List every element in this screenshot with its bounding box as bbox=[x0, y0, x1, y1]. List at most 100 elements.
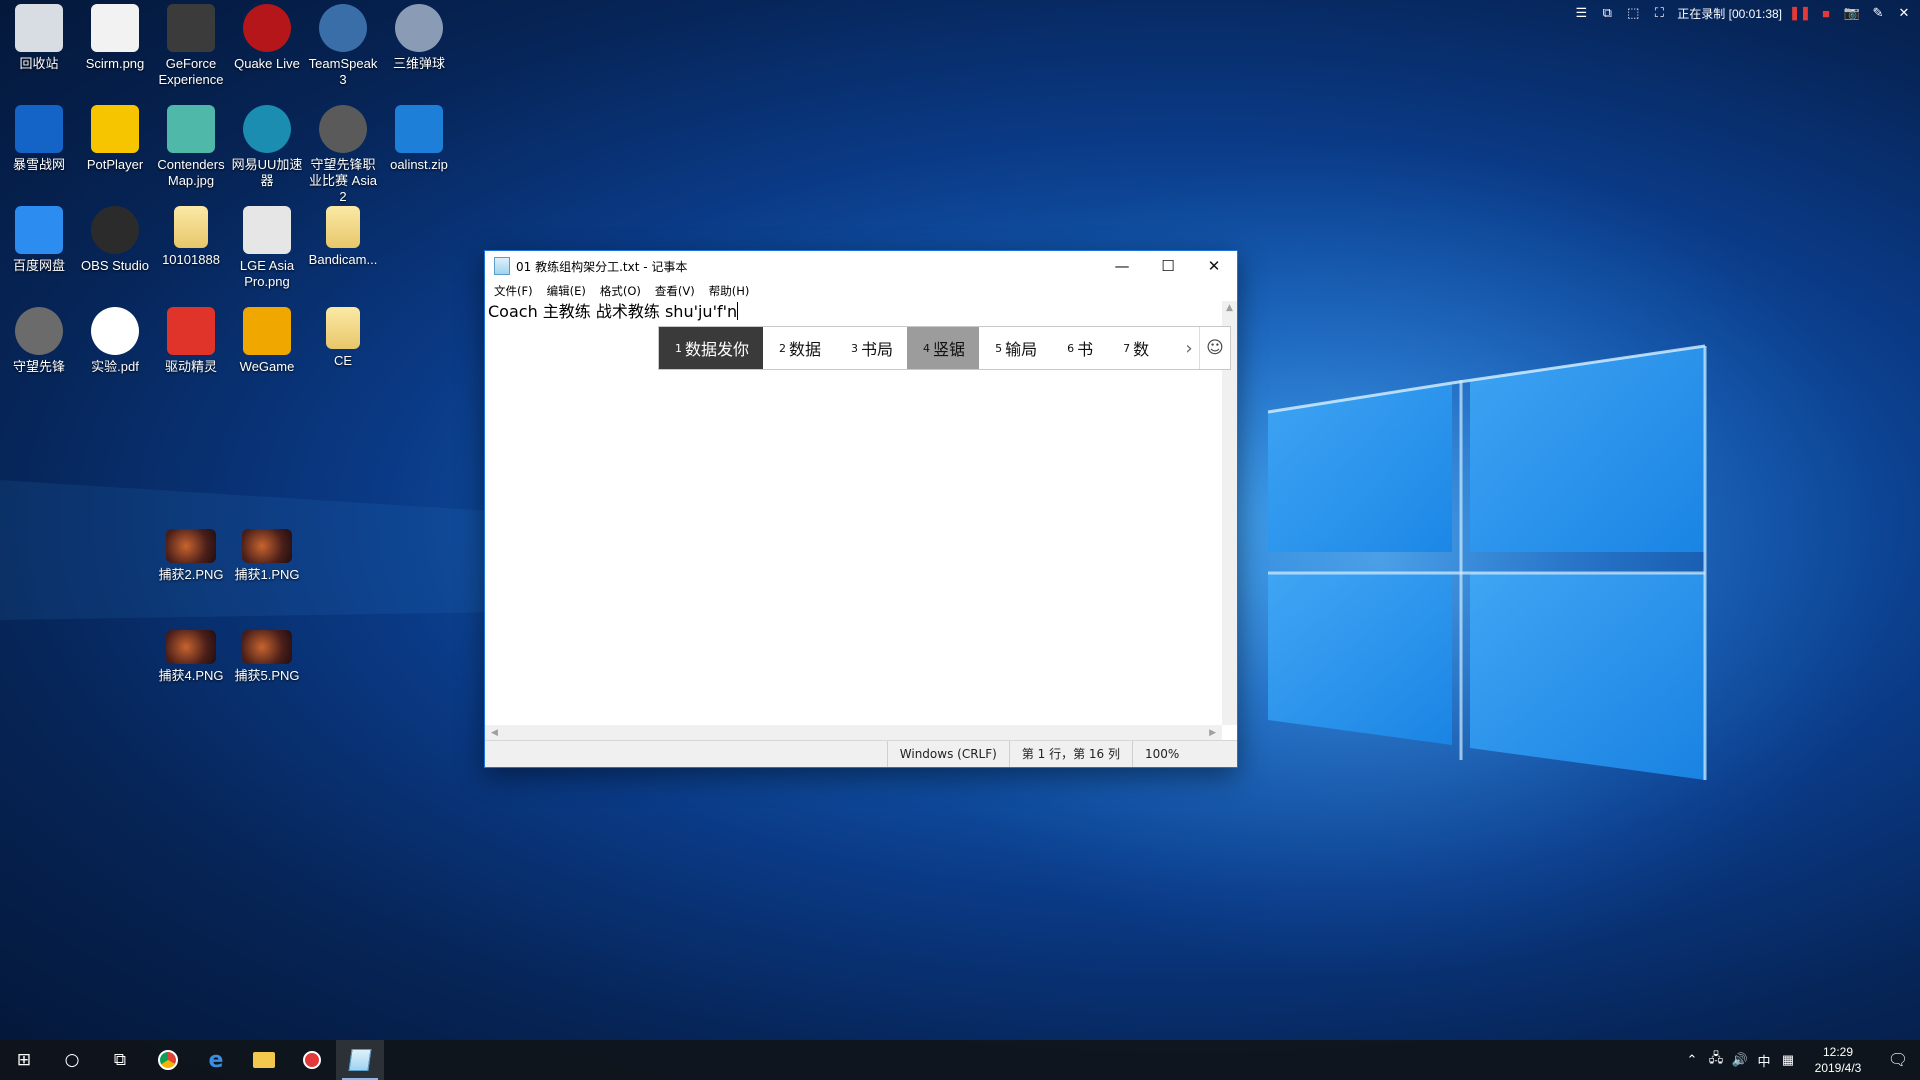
volume-icon[interactable]: 🔊 bbox=[1728, 1052, 1752, 1068]
desktop-icon[interactable]: 守望先锋职业比赛 Asia 2 bbox=[306, 105, 380, 205]
desktop-icon[interactable]: GeForce Experience bbox=[154, 4, 228, 88]
desktop-icon[interactable]: oalinst.zip bbox=[382, 105, 456, 173]
chrome-icon[interactable] bbox=[144, 1040, 192, 1080]
desktop-icon[interactable]: CE bbox=[306, 307, 380, 369]
desktop-icon[interactable]: 捕获1.PNG bbox=[230, 509, 304, 583]
ime-candidate[interactable]: 1 数据发你 bbox=[659, 327, 764, 369]
desktop-icon[interactable]: Contenders Map.jpg bbox=[154, 105, 228, 189]
minimize-button[interactable]: — bbox=[1099, 251, 1145, 281]
desktop-icon[interactable]: 驱动精灵 bbox=[154, 307, 228, 375]
status-zoom: 100% bbox=[1132, 741, 1237, 767]
search-icon[interactable]: ○ bbox=[48, 1040, 96, 1080]
desktop-icon-label: 网易UU加速器 bbox=[231, 157, 303, 188]
desktop-icon-label: PotPlayer bbox=[86, 157, 144, 172]
stop-icon[interactable]: ■ bbox=[1818, 5, 1834, 21]
desktop-icon-label: GeForce Experience bbox=[158, 56, 224, 87]
ime-candidate[interactable]: 6书 bbox=[1051, 327, 1107, 369]
desktop-icon[interactable]: 10101888 bbox=[154, 206, 228, 268]
desktop-icon[interactable]: PotPlayer bbox=[78, 105, 152, 173]
ime-candidate-highlighted[interactable]: 4 竖锯 bbox=[907, 327, 980, 369]
image-thumbnail-icon bbox=[242, 630, 292, 664]
desktop-icon[interactable]: OBS Studio bbox=[78, 206, 152, 274]
menu-view[interactable]: 查看(V) bbox=[648, 283, 702, 299]
desktop-icon-label: 百度网盘 bbox=[12, 258, 65, 273]
desktop-icon[interactable]: 捕获2.PNG bbox=[154, 509, 228, 583]
menu-file[interactable]: 文件(F) bbox=[487, 283, 540, 299]
maximize-button[interactable]: ☐ bbox=[1145, 251, 1191, 281]
zip-file-icon bbox=[395, 105, 443, 153]
ime-candidate[interactable]: 2 数据 bbox=[763, 327, 835, 369]
text-caret bbox=[737, 302, 739, 320]
desktop-icon[interactable]: 三维弹球 bbox=[382, 4, 456, 72]
geforce-icon bbox=[167, 4, 215, 52]
desktop-icon-label: 捕获4.PNG bbox=[158, 668, 224, 683]
desktop-icon[interactable]: TeamSpeak 3 bbox=[306, 4, 380, 88]
desktop-icon[interactable]: 暴雪战网 bbox=[2, 105, 76, 173]
image-thumbnail-icon bbox=[166, 529, 216, 563]
ime-candidate[interactable]: 5 输局 bbox=[979, 327, 1051, 369]
fullscreen-icon[interactable]: ⛶ bbox=[1651, 5, 1667, 21]
ime-next-page-icon[interactable]: › bbox=[1179, 338, 1199, 359]
desktop-icon-label: Contenders Map.jpg bbox=[157, 157, 225, 188]
quake-icon bbox=[243, 4, 291, 52]
menu-bar: 文件(F) 编辑(E) 格式(O) 查看(V) 帮助(H) bbox=[485, 281, 1237, 301]
desktop-icon[interactable]: 捕获4.PNG bbox=[154, 610, 228, 684]
image-thumbnail-icon bbox=[242, 529, 292, 563]
chevron-up-icon[interactable]: ⌃ bbox=[1680, 1052, 1704, 1068]
pinball-icon bbox=[395, 4, 443, 52]
record-icon[interactable] bbox=[288, 1040, 336, 1080]
menu-icon[interactable]: ☰ bbox=[1573, 5, 1589, 21]
menu-format[interactable]: 格式(O) bbox=[593, 283, 648, 299]
desktop-icon-label: 捕获5.PNG bbox=[234, 668, 300, 683]
window-icon[interactable]: ⧉ bbox=[1599, 5, 1615, 21]
overwatch-icon bbox=[319, 105, 367, 153]
overwatch-icon bbox=[15, 307, 63, 355]
close-button[interactable]: ✕ bbox=[1191, 251, 1237, 281]
close-icon[interactable]: ✕ bbox=[1896, 5, 1912, 21]
region-icon[interactable]: ⬚ bbox=[1625, 5, 1641, 21]
desktop-icon[interactable]: Quake Live bbox=[230, 4, 304, 72]
horizontal-scrollbar[interactable]: ◀ ▶ bbox=[485, 725, 1222, 741]
desktop-icon-label: Bandicam... bbox=[308, 252, 378, 267]
network-icon[interactable]: 🖧 bbox=[1704, 1049, 1728, 1071]
desktop-icon[interactable]: 网易UU加速器 bbox=[230, 105, 304, 189]
scroll-right-icon[interactable]: ▶ bbox=[1209, 728, 1216, 738]
pause-icon[interactable]: ❚❚ bbox=[1789, 5, 1811, 21]
notepad-icon[interactable] bbox=[336, 1040, 384, 1080]
desktop-icon[interactable]: WeGame bbox=[230, 307, 304, 375]
ime-candidate[interactable]: 7数 bbox=[1107, 327, 1153, 369]
scroll-left-icon[interactable]: ◀ bbox=[491, 728, 498, 738]
scroll-up-icon[interactable]: ▲ bbox=[1222, 301, 1237, 316]
ime-emoji-icon[interactable]: ☺ bbox=[1199, 327, 1230, 369]
camera-icon[interactable]: 📷 bbox=[1844, 5, 1860, 21]
desktop-icon[interactable]: 回收站 bbox=[2, 4, 76, 72]
ime-candidate[interactable]: 3 书局 bbox=[835, 327, 907, 369]
file-explorer-icon[interactable] bbox=[240, 1040, 288, 1080]
keyboard-icon[interactable]: ▦ bbox=[1776, 1052, 1800, 1068]
desktop-icon-label: 暴雪战网 bbox=[12, 157, 65, 172]
desktop-icon[interactable]: LGE Asia Pro.png bbox=[230, 206, 304, 290]
menu-edit[interactable]: 编辑(E) bbox=[540, 283, 593, 299]
baidu-netdisk-icon bbox=[15, 206, 63, 254]
title-bar[interactable]: 01 教练组构架分工.txt - 记事本 — ☐ ✕ bbox=[485, 251, 1237, 281]
recording-status: 正在录制 [00:01:38] bbox=[1677, 6, 1782, 21]
desktop-icon[interactable]: 百度网盘 bbox=[2, 206, 76, 274]
clock[interactable]: 12:29 2019/4/3 bbox=[1800, 1044, 1876, 1076]
desktop-icon[interactable]: Scirm.png bbox=[78, 4, 152, 72]
desktop-icon[interactable]: 守望先锋 bbox=[2, 307, 76, 375]
task-view-icon[interactable]: ⧉ bbox=[96, 1040, 144, 1080]
teamspeak-icon bbox=[319, 4, 367, 52]
wegame-icon bbox=[243, 307, 291, 355]
image-file-icon bbox=[243, 206, 291, 254]
ime-mode-indicator[interactable]: 中 bbox=[1752, 1051, 1776, 1070]
action-center-icon[interactable]: 🗨 bbox=[1876, 1050, 1920, 1070]
pen-icon[interactable]: ✎ bbox=[1870, 5, 1886, 21]
desktop-icon[interactable]: 捕获5.PNG bbox=[230, 610, 304, 684]
edge-icon[interactable]: e bbox=[192, 1040, 240, 1080]
desktop-icon-label: 守望先锋职业比赛 Asia 2 bbox=[309, 157, 377, 204]
menu-help[interactable]: 帮助(H) bbox=[702, 283, 757, 299]
desktop-icon-label: Quake Live bbox=[234, 56, 300, 71]
desktop-icon[interactable]: 实验.pdf bbox=[78, 307, 152, 375]
desktop-icon[interactable]: Bandicam... bbox=[306, 206, 380, 268]
windows-start-icon[interactable]: ⊞ bbox=[0, 1040, 48, 1080]
